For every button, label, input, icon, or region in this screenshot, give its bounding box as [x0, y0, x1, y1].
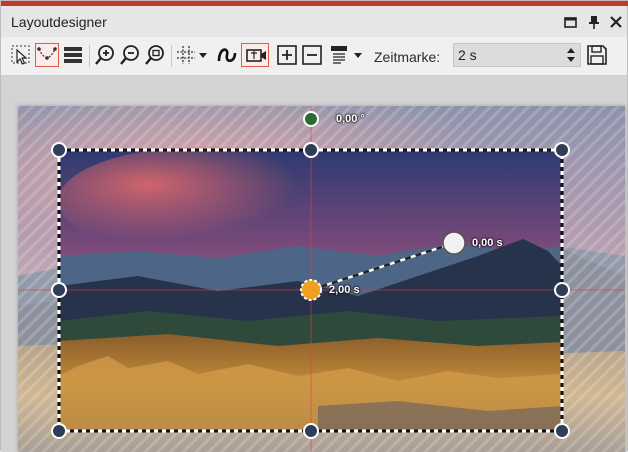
layoutdesigner-window: Layoutdesigner Zeitmarke: 2 s 0,00 ° 0,0…: [0, 0, 628, 452]
layout-page[interactable]: 0,00 ° 0,00 s 2,00 s: [18, 106, 625, 452]
save-icon[interactable]: [585, 43, 609, 67]
add-keyframe-icon[interactable]: [275, 43, 299, 67]
remove-keyframe-icon[interactable]: [300, 43, 324, 67]
zoom-in-icon[interactable]: [93, 43, 117, 67]
zoom-out-icon[interactable]: [118, 43, 142, 67]
rotation-handle: [303, 111, 319, 127]
curve-icon[interactable]: [215, 43, 239, 67]
layers-icon[interactable]: [61, 43, 85, 67]
zoom-fit-icon[interactable]: [143, 43, 167, 67]
path-start-keyframe: [442, 231, 466, 255]
path-end-keyframe: [300, 279, 322, 301]
canvas-area[interactable]: 0,00 ° 0,00 s 2,00 s: [1, 76, 627, 452]
camera-icon[interactable]: [241, 43, 269, 67]
window-title: Layoutdesigner: [11, 14, 107, 30]
title-bar: Layoutdesigner: [1, 6, 627, 37]
grid-icon[interactable]: [175, 43, 209, 67]
toolbar: Zeitmarke: 2 s: [1, 37, 627, 76]
pin-icon[interactable]: [585, 13, 603, 31]
select-tool-icon[interactable]: [9, 43, 33, 67]
path-end-label: 2,00 s: [329, 284, 360, 296]
rotation-label: 0,00 °: [336, 113, 365, 125]
zeitmarke-spinner[interactable]: [564, 45, 578, 65]
zeitmarke-label: Zeitmarke:: [374, 49, 441, 65]
path-tool-icon[interactable]: [35, 43, 59, 67]
restore-icon[interactable]: [561, 13, 579, 31]
close-icon[interactable]: [607, 13, 625, 31]
path-start-label: 0,00 s: [472, 237, 503, 249]
zeitmarke-input[interactable]: 2 s: [453, 43, 581, 67]
align-icon[interactable]: [328, 43, 368, 67]
